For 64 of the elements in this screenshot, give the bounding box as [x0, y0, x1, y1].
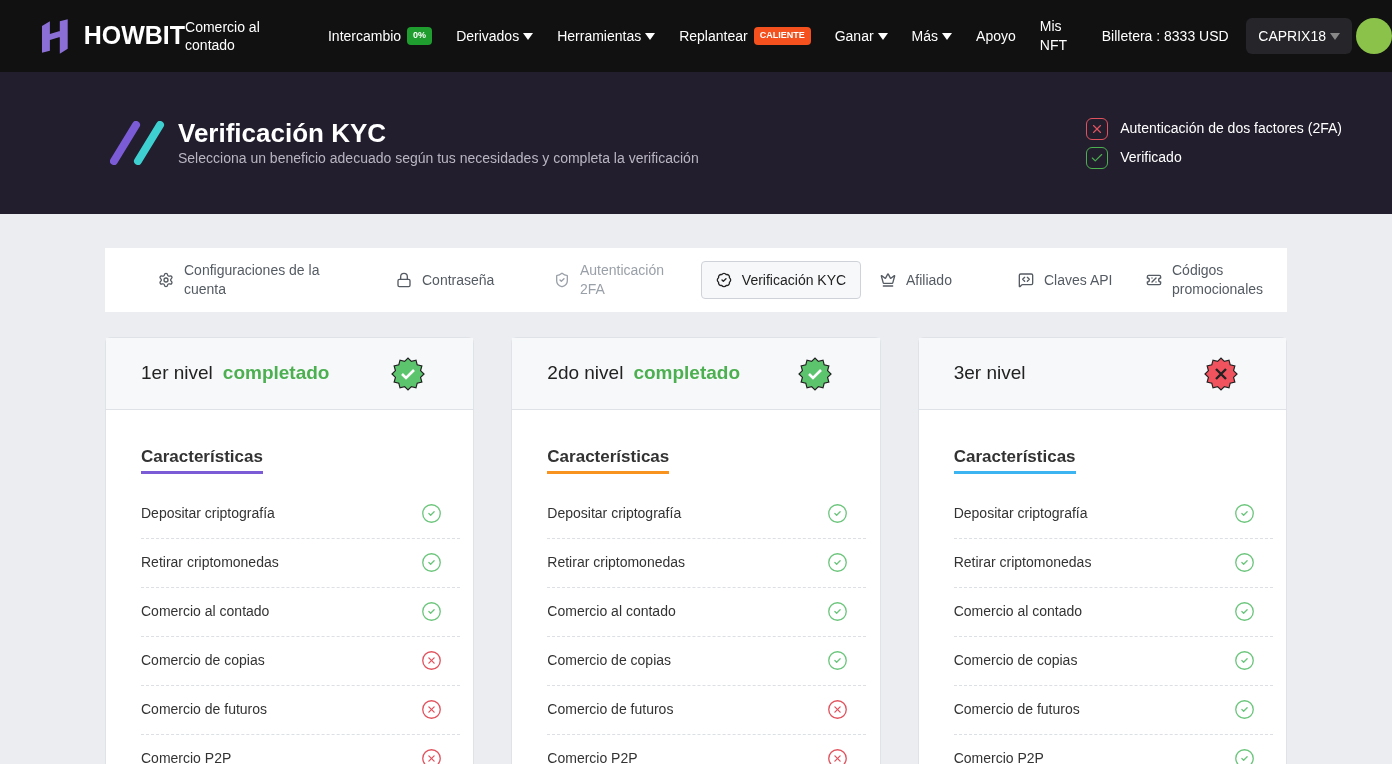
- caret-icon: [645, 32, 656, 40]
- lock-icon: [396, 272, 412, 288]
- caret-icon: [877, 32, 888, 40]
- nav-link[interactable]: Intercambio 0%: [327, 25, 433, 47]
- wallet-balance: Billetera : 8333 USD: [1101, 27, 1230, 45]
- nav-link[interactable]: Apoyo: [976, 26, 1016, 46]
- settings-tab[interactable]: Configuraciones de la cuenta: [147, 261, 377, 299]
- feature-label: Comercio de copias: [547, 651, 672, 670]
- feature-label: Comercio de copias: [953, 651, 1078, 670]
- level-status: completado: [633, 361, 740, 386]
- nav-menu[interactable]: Ganar: [834, 25, 888, 47]
- feature-label: Depositar criptografía: [547, 504, 682, 523]
- feature-label: Comercio al contado: [953, 602, 1083, 621]
- nav-badge: CALIENTE: [753, 27, 811, 45]
- page-subtitle: Selecciona un beneficio adecuado según tus necesidades y completa la verificación: [178, 148, 699, 168]
- nav-menu[interactable]: Herramientas: [557, 25, 656, 47]
- user-menu[interactable]: CAPRIX18: [1246, 18, 1352, 54]
- level-status: completado: [222, 361, 330, 386]
- feature-label: Retirar criptomonedas: [953, 553, 1092, 572]
- nav-badge: 0%: [407, 27, 433, 45]
- status-label: Autenticación de dos factores (2FA): [1120, 119, 1342, 138]
- nav-link[interactable]: Replantear CALIENTE: [679, 25, 811, 47]
- nav-link[interactable]: Mis NFT: [1039, 17, 1072, 55]
- feature-label: Comercio de futuros: [953, 700, 1080, 719]
- page-title: Verificación KYC: [178, 117, 388, 148]
- chat-icon: [1018, 272, 1034, 288]
- crown-icon: [880, 272, 896, 288]
- logo-text: HOWBIT: [83, 20, 186, 52]
- nav-subtitle: Comercio al contado: [185, 18, 261, 54]
- feature-label: Comercio al contado: [547, 602, 676, 621]
- feature-label: Comercio de copias: [141, 651, 265, 670]
- avatar[interactable]: [1356, 18, 1392, 54]
- nav-menu[interactable]: Más: [911, 25, 953, 47]
- feature-label: Depositar criptografía: [141, 504, 275, 523]
- settings-tab[interactable]: Códigos promocionales: [1135, 261, 1285, 299]
- status-label: Verificado: [1120, 148, 1182, 167]
- settings-tab[interactable]: Verificación KYC: [701, 261, 861, 299]
- feature-label: Retirar criptomonedas: [141, 553, 279, 572]
- badge-check-icon: [715, 272, 732, 288]
- logo-icon: [40, 18, 70, 54]
- settings-tab[interactable]: Contraseña: [385, 261, 535, 299]
- caret-icon: [523, 32, 534, 40]
- feature-label: Comercio de futuros: [141, 700, 268, 719]
- nav-menu[interactable]: Derivados: [456, 25, 534, 47]
- feature-label: Comercio P2P: [547, 749, 638, 764]
- settings-tab[interactable]: Afiliado: [869, 261, 999, 299]
- feature-label: Comercio de futuros: [547, 700, 674, 719]
- caret-icon: [1330, 32, 1340, 40]
- features-heading: Características: [141, 444, 263, 474]
- caret-icon: [942, 32, 953, 40]
- level-title: 3er nivel: [953, 361, 1026, 386]
- ticket-icon: [1146, 272, 1162, 288]
- feature-label: Depositar criptografía: [953, 504, 1088, 523]
- level-title: 1er nivel: [141, 361, 213, 386]
- features-heading: Características: [953, 444, 1076, 474]
- level-title: 2do nivel: [547, 361, 624, 386]
- feature-label: Comercio al contado: [141, 602, 270, 621]
- shield-icon: [554, 272, 570, 288]
- features-heading: Características: [547, 444, 670, 474]
- feature-label: Comercio P2P: [953, 749, 1044, 764]
- feature-label: Retirar criptomonedas: [547, 553, 686, 572]
- settings-tab[interactable]: Claves API: [1007, 261, 1127, 299]
- gear-icon: [158, 272, 174, 288]
- feature-label: Comercio P2P: [141, 749, 232, 764]
